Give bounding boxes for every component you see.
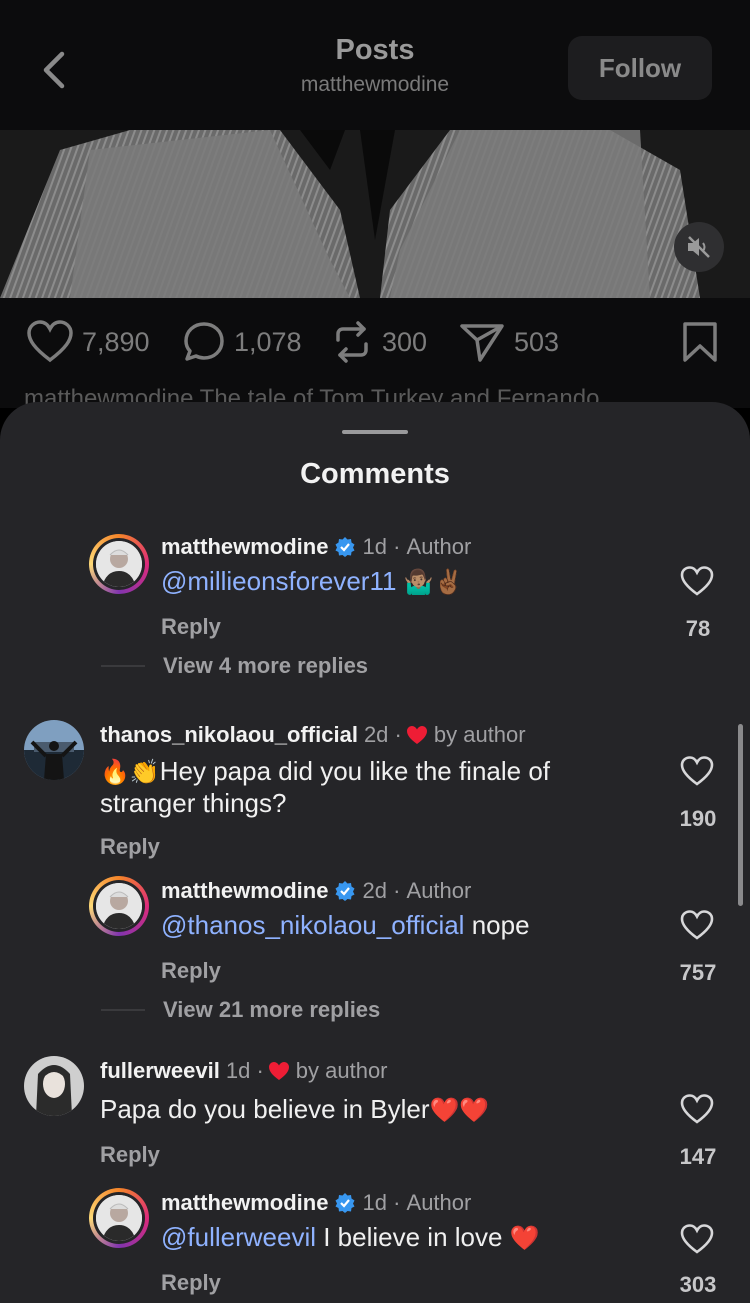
comment-count: 1,078 <box>234 326 302 357</box>
follow-button[interactable]: Follow <box>568 36 712 100</box>
avatar[interactable] <box>24 1056 84 1116</box>
username[interactable]: matthewmodine <box>161 878 328 904</box>
author-badge: Author <box>406 1190 472 1215</box>
mention-link[interactable]: @millieonsforever11 <box>161 566 396 596</box>
username[interactable]: matthewmodine <box>161 1190 328 1216</box>
avatar[interactable] <box>24 720 84 780</box>
liked-by-author: by author <box>433 722 526 747</box>
like-count: 303 <box>679 1272 717 1297</box>
divider-line <box>101 1009 145 1011</box>
heart-icon[interactable] <box>680 910 714 940</box>
username[interactable]: fullerweevil <box>100 1058 220 1084</box>
liked-by-author: by author <box>295 1058 388 1083</box>
like-count: 757 <box>679 960 717 985</box>
mention-link[interactable]: @fullerweevil <box>161 1222 316 1252</box>
emoji: 🤷🏽‍♂️✌🏾 <box>403 569 464 596</box>
share-count: 503 <box>514 326 560 357</box>
heart-filled-icon <box>406 726 427 744</box>
sheet-grabber[interactable] <box>342 430 408 434</box>
speaker-muted-icon <box>688 236 710 258</box>
repost-action[interactable]: 300 <box>330 320 427 364</box>
heart-icon[interactable] <box>680 1224 714 1254</box>
author-badge: Author <box>406 534 472 559</box>
like-count: 190 <box>679 806 717 831</box>
divider-line <box>101 665 145 667</box>
comment-text: Papa do you believe in Byler❤️❤️ <box>100 1094 490 1124</box>
reply-button[interactable]: Reply <box>161 614 221 640</box>
mention-link[interactable]: @thanos_nikolaou_official <box>161 910 464 940</box>
share-action[interactable]: 503 <box>458 320 559 364</box>
username[interactable]: matthewmodine <box>161 534 328 560</box>
post-image <box>0 130 750 298</box>
comment-text: @fullerweevil I believe in love ❤️ <box>161 1222 540 1252</box>
reply-button[interactable]: Reply <box>100 834 160 860</box>
author-badge: Author <box>406 878 472 903</box>
emoji: ❤️❤️ <box>429 1097 490 1124</box>
verified-badge-icon <box>335 1193 355 1213</box>
comments-sheet: Comments matthewmodine 1d · Author @mill… <box>0 402 750 1303</box>
heart-icon <box>27 320 73 363</box>
heart-icon[interactable] <box>680 1094 714 1124</box>
comment-time: 2d <box>362 878 387 903</box>
verified-badge-icon <box>335 881 355 901</box>
sheet-title: Comments <box>300 458 450 490</box>
bookmark-icon <box>683 322 717 362</box>
heart-filled-icon <box>268 1062 289 1080</box>
reply-button[interactable]: Reply <box>161 1270 221 1296</box>
emoji: ❤️ <box>509 1225 540 1252</box>
reply-button[interactable]: Reply <box>161 958 221 984</box>
comment-text: @thanos_nikolaou_official nope <box>161 910 530 940</box>
avatar[interactable] <box>89 534 149 594</box>
post-media[interactable] <box>0 130 750 298</box>
mute-button[interactable] <box>674 222 724 272</box>
comment-time: 1d <box>362 534 387 559</box>
like-count: 147 <box>679 1144 717 1169</box>
repost-icon <box>336 321 368 363</box>
top-bar: Posts matthewmodine Follow <box>0 0 750 130</box>
reply-button[interactable]: Reply <box>100 1142 160 1168</box>
avatar[interactable] <box>89 876 149 936</box>
comment-action[interactable]: 1,078 <box>182 320 302 364</box>
verified-badge-icon <box>335 537 355 557</box>
save-action[interactable] <box>680 320 728 364</box>
paper-plane-icon <box>460 324 504 362</box>
avatar[interactable] <box>89 1188 149 1248</box>
comment-time: 1d <box>362 1190 387 1215</box>
heart-icon[interactable] <box>680 566 714 596</box>
comment-time: 2d <box>363 722 389 747</box>
emoji: 🔥👏 <box>100 759 160 786</box>
like-action[interactable]: 7,890 <box>26 320 150 364</box>
heart-icon[interactable] <box>680 756 714 786</box>
comment-text: 🔥👏Hey papa did you like the finale of st… <box>100 756 551 818</box>
comment-time: 1d <box>225 1058 251 1083</box>
username[interactable]: thanos_nikolaou_official <box>100 722 358 748</box>
comment-text: @millieonsforever11 🤷🏽‍♂️✌🏾 <box>161 566 463 598</box>
like-count: 7,890 <box>82 326 150 357</box>
comment-bubble-icon <box>184 322 224 361</box>
view-more-replies[interactable]: View 21 more replies <box>163 997 380 1023</box>
like-count: 78 <box>685 616 711 641</box>
repost-count: 300 <box>382 326 428 357</box>
scrollbar[interactable] <box>738 724 743 906</box>
view-more-replies[interactable]: View 4 more replies <box>163 653 368 679</box>
